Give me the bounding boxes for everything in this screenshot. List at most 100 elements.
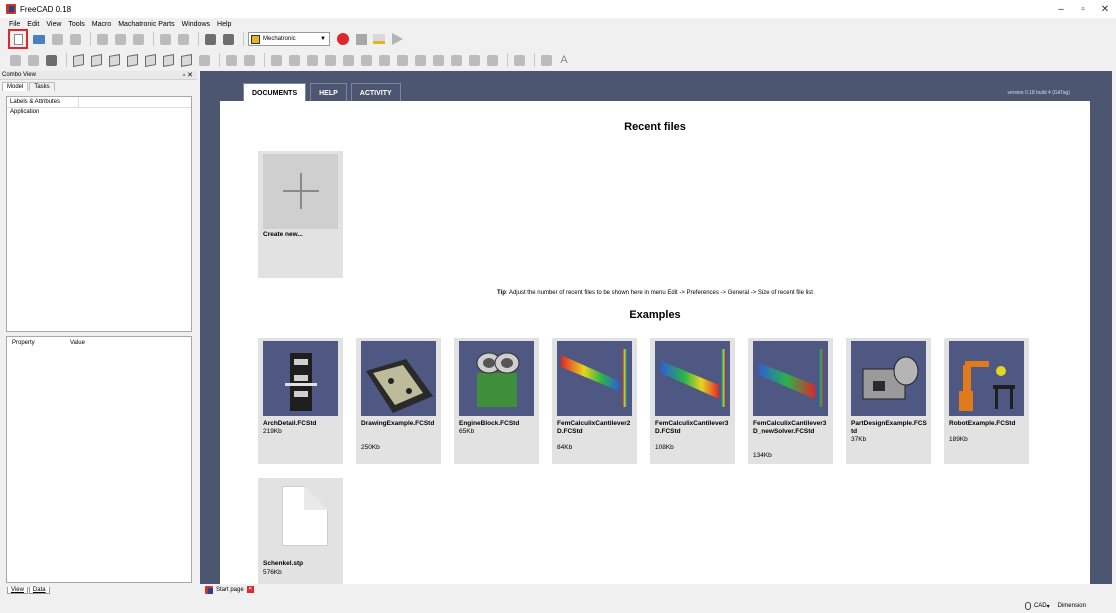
part-tool-10[interactable] [395, 53, 409, 67]
view-right-button[interactable] [125, 53, 139, 67]
navigation-style-selector[interactable]: CAD ▾ [1024, 602, 1050, 610]
freecad-logo-icon [205, 585, 213, 594]
tab-view[interactable]: View [7, 587, 28, 594]
whats-this-button[interactable] [221, 32, 235, 46]
view-rear-button[interactable] [143, 53, 157, 67]
example-size: 250Kb [361, 444, 380, 451]
folder-icon [33, 34, 45, 44]
window-controls: – ▫ ✕ [1050, 0, 1116, 18]
measure-button[interactable] [197, 53, 211, 67]
part-tool-3[interactable] [269, 53, 283, 67]
toolbar-separator [66, 53, 67, 67]
example-card[interactable]: DrawingExample.FCStd 250Kb [356, 338, 441, 464]
combo-view-header: Combo View ▫ ✕ [0, 71, 197, 80]
close-button[interactable]: ✕ [1094, 0, 1116, 18]
view-front-button[interactable] [89, 53, 103, 67]
menu-machatronic-parts[interactable]: Machatronic Parts [118, 21, 174, 28]
view-bottom-button[interactable] [161, 53, 175, 67]
create-new-card[interactable]: Create new... [258, 151, 343, 278]
menu-macro[interactable]: Macro [92, 21, 111, 28]
restore-button[interactable]: ▫ [1072, 0, 1094, 18]
part-tool-6[interactable] [323, 53, 337, 67]
new-document-button[interactable] [8, 29, 28, 49]
paste-button[interactable] [131, 32, 145, 46]
open-button[interactable] [32, 32, 46, 46]
fillet-icon [450, 54, 462, 66]
tab-activity[interactable]: ACTIVITY [350, 83, 401, 101]
view-top-button[interactable] [107, 53, 121, 67]
drawing-example-thumbnail [361, 341, 436, 416]
part-tool-5[interactable] [305, 53, 319, 67]
tree-item-application[interactable]: Application [7, 108, 191, 117]
examples-title: Examples [629, 309, 681, 321]
refresh-button[interactable] [203, 32, 217, 46]
example-size: 189Kb [949, 436, 968, 443]
save-as-icon [69, 33, 81, 45]
rear-cube-icon [144, 53, 156, 67]
text-shape-button[interactable]: A [557, 53, 571, 67]
menu-edit[interactable]: Edit [27, 21, 39, 28]
fit-all-button[interactable] [8, 53, 22, 67]
file-card[interactable]: Schenkel.stp 576Kb [258, 478, 343, 584]
part-tool-8[interactable] [359, 53, 373, 67]
example-card[interactable]: PartDesignExample.FCStd 37Kb [846, 338, 931, 464]
redo-button[interactable] [176, 32, 190, 46]
copy-button[interactable] [113, 32, 127, 46]
front-cube-icon [90, 53, 102, 67]
save-as-button[interactable] [68, 32, 82, 46]
menu-help[interactable]: Help [217, 21, 231, 28]
part-tool-14[interactable] [467, 53, 481, 67]
stop-macro-button[interactable] [354, 32, 368, 46]
example-card[interactable]: FemCalculixCantilever3D.FCStd 108Kb [650, 338, 735, 464]
minimize-button[interactable]: – [1050, 0, 1072, 18]
file-fold [304, 486, 328, 510]
cut-button[interactable] [95, 32, 109, 46]
menu-view[interactable]: View [46, 21, 61, 28]
part-tool-11[interactable] [413, 53, 427, 67]
file-icon [263, 481, 338, 556]
fit-selection-button[interactable] [26, 53, 40, 67]
tab-start-page[interactable]: Start page ✕ [200, 585, 254, 594]
toolbar-separator [264, 53, 265, 67]
menu-windows[interactable]: Windows [182, 21, 210, 28]
draw-style-icon [45, 54, 57, 66]
view-isometric-button[interactable] [71, 53, 85, 67]
undo-button[interactable] [158, 32, 172, 46]
record-macro-button[interactable] [336, 32, 350, 46]
save-button[interactable] [50, 32, 64, 46]
part-tool-4[interactable] [287, 53, 301, 67]
workbench-selector[interactable]: Mechatronic ▼ [248, 32, 330, 46]
tab-model[interactable]: Model [2, 82, 29, 91]
example-card[interactable]: ArchDetail.FCStd 219Kb [258, 338, 343, 464]
menu-file[interactable]: File [9, 21, 20, 28]
part-tool-7[interactable] [341, 53, 355, 67]
part-tool-17[interactable] [539, 53, 553, 67]
edit-macro-button[interactable] [372, 32, 386, 46]
plus-icon [263, 154, 338, 229]
fit-all-icon [9, 54, 21, 66]
close-icon[interactable]: ✕ [246, 586, 254, 593]
example-card[interactable]: FemCalculixCantilever3D_newSolver.FCStd … [748, 338, 833, 464]
example-card[interactable]: FemCalculixCantilever2D.FCStd 84Kb [552, 338, 637, 464]
example-card[interactable]: RobotExample.FCStd 189Kb [944, 338, 1029, 464]
part-tool-12[interactable] [431, 53, 445, 67]
part-tool-9[interactable] [377, 53, 391, 67]
run-macro-button[interactable] [390, 32, 404, 46]
toolbar-separator [534, 53, 535, 67]
part-tool-2[interactable] [242, 53, 256, 67]
draw-style-button[interactable] [44, 53, 58, 67]
example-card[interactable]: EngineBlock.FCStd 65Kb [454, 338, 539, 464]
part-tool-15[interactable] [485, 53, 499, 67]
view-left-button[interactable] [179, 53, 193, 67]
menu-tools[interactable]: Tools [68, 21, 84, 28]
example-size: 219Kb [263, 428, 282, 435]
tab-help[interactable]: HELP [310, 83, 347, 101]
tab-tasks[interactable]: Tasks [29, 82, 55, 91]
tab-documents[interactable]: DOCUMENTS [243, 83, 307, 101]
part-tool-16[interactable] [512, 53, 526, 67]
float-close-icon[interactable]: ▫ ✕ [183, 71, 193, 79]
part-tool-1[interactable] [224, 53, 238, 67]
documents-page: Recent files Create new... Tip: Adjust t… [220, 101, 1090, 584]
tab-data[interactable]: Data [28, 587, 50, 594]
part-tool-13[interactable] [449, 53, 463, 67]
